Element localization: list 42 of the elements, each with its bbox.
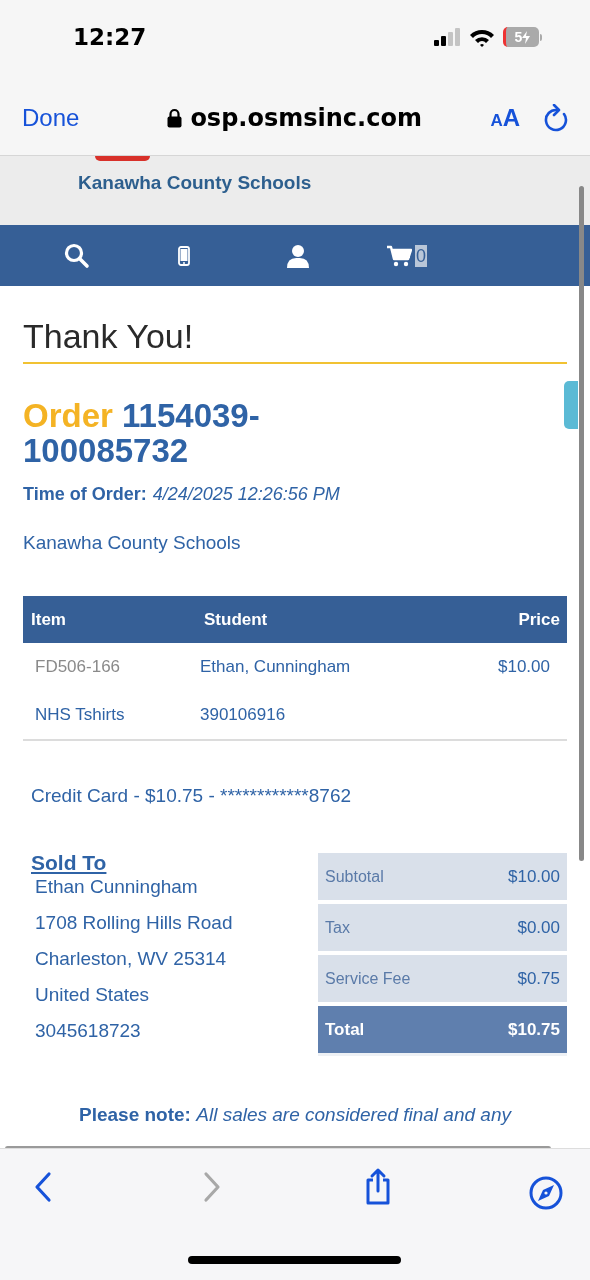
address-line: United States bbox=[35, 983, 151, 1007]
table-cell-text: FD506-166 bbox=[35, 657, 122, 677]
wifi-icon bbox=[469, 27, 495, 47]
clock-time: 12:27 bbox=[73, 24, 147, 50]
address-line: 1708 Rolling Hills Road bbox=[35, 911, 234, 935]
payment-info: Credit Card - $10.75 - ************8762 bbox=[30, 785, 353, 807]
url-text[interactable]: osp.osmsinc.com bbox=[190, 103, 422, 132]
phone-icon[interactable] bbox=[178, 245, 190, 266]
table-cell-text: 390106916 bbox=[200, 705, 287, 725]
totals-row: Total $10.75 bbox=[318, 1006, 567, 1053]
table-cell-text: NHS Tshirts bbox=[35, 705, 126, 725]
order-heading: Order 1154039-100085732 bbox=[23, 398, 261, 468]
reload-icon[interactable] bbox=[544, 103, 570, 132]
user-icon[interactable] bbox=[286, 243, 310, 268]
table-cell-text: $10.00 bbox=[497, 657, 550, 677]
back-icon[interactable] bbox=[33, 1171, 53, 1203]
battery-level: 5 bbox=[503, 27, 539, 47]
note-text: Please note: All sales are considered final and any bbox=[78, 1104, 513, 1126]
totals-row: Subtotal $10.00 bbox=[318, 853, 567, 900]
site-name[interactable]: Kanawha County Schools bbox=[78, 172, 312, 193]
text-size-button[interactable]: AA bbox=[490, 103, 520, 132]
cart-icon[interactable] bbox=[386, 244, 412, 267]
address-line: Charleston, WV 25314 bbox=[35, 947, 228, 971]
address-line: 3045618723 bbox=[35, 1019, 142, 1043]
table-cell-text: Ethan, Cunningham bbox=[200, 657, 352, 677]
table-header: Item Student Price bbox=[23, 596, 567, 643]
done-button[interactable]: Done bbox=[22, 103, 80, 132]
district-name: Kanawha County Schools bbox=[23, 532, 242, 554]
totals-row: Service Fee $0.75 bbox=[318, 955, 567, 1002]
compass-icon[interactable] bbox=[529, 1176, 563, 1210]
time-label: Time of Order: bbox=[23, 484, 147, 505]
cart-count: 0 bbox=[415, 244, 427, 267]
bolt-icon bbox=[522, 30, 531, 44]
sold-to-heading: Sold To bbox=[30, 851, 107, 875]
search-icon[interactable] bbox=[64, 242, 90, 269]
totals-row: Tax $0.00 bbox=[318, 904, 567, 951]
lock-icon bbox=[167, 107, 183, 128]
order-time: 4/24/2025 12:26:56 PM bbox=[152, 484, 340, 505]
page-heading: Thank You! bbox=[23, 286, 567, 364]
address-line: Ethan Cunningham bbox=[35, 875, 199, 899]
logo-icon bbox=[95, 156, 150, 161]
signal-icon bbox=[433, 28, 461, 46]
